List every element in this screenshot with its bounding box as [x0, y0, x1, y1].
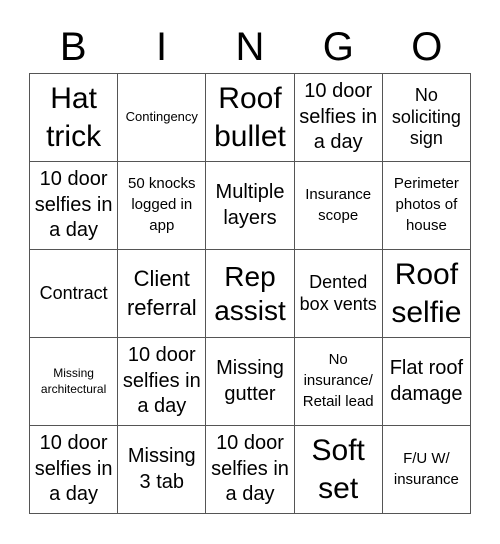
bingo-cell[interactable]: No insurance/ Retail lead	[294, 338, 383, 426]
cell-text: 10 door selfies in a day	[299, 80, 378, 154]
bingo-cell[interactable]: Client referral	[118, 250, 207, 338]
cell-text: Contingency	[125, 109, 198, 125]
bingo-cell[interactable]: Roof selfie	[382, 250, 471, 338]
bingo-cell[interactable]: 10 door selfies in a day	[206, 426, 295, 514]
bingo-cell[interactable]: Hat trick	[30, 74, 119, 162]
bingo-cell[interactable]: Missing 3 tab	[118, 426, 207, 514]
cell-text: Missing gutter	[216, 356, 284, 405]
cell-text: Client referral	[126, 266, 197, 320]
cell-text: Hat trick	[46, 82, 102, 153]
cell-text: 10 door selfies in a day	[122, 344, 201, 418]
cell-text: Contract	[39, 282, 108, 303]
cell-text: Flat roof damage	[389, 356, 464, 405]
bingo-cell[interactable]: Roof bullet	[206, 74, 295, 162]
header-letter-i: I	[156, 25, 168, 69]
bingo-cell[interactable]: Missing architectural	[30, 338, 119, 426]
bingo-cell[interactable]: Insurance scope	[294, 162, 383, 250]
bingo-cell[interactable]: Flat roof damage	[382, 338, 471, 426]
header-letter-g: G	[322, 25, 354, 69]
bingo-cell[interactable]: 10 door selfies in a day	[30, 426, 119, 514]
bingo-cell[interactable]: Contingency	[118, 74, 207, 162]
header-letter-b: B	[59, 25, 87, 69]
cell-text: 10 door selfies in a day	[34, 168, 113, 242]
bingo-cell[interactable]: Missing gutter	[206, 338, 295, 426]
cell-text: F/U W/ insurance	[393, 449, 459, 488]
bingo-cell[interactable]: F/U W/ insurance	[382, 426, 471, 514]
bingo-cell[interactable]: Multiple layers	[206, 162, 295, 250]
cell-text: Rep assist	[214, 260, 286, 326]
cell-text: Insurance scope	[305, 185, 372, 224]
cell-text: Soft set	[311, 434, 365, 505]
cell-text: Dented box vents	[299, 271, 377, 314]
cell-text: Perimeter photos of house	[393, 175, 459, 234]
cell-text: 10 door selfies in a day	[211, 432, 289, 506]
bingo-cell[interactable]: Dented box vents	[294, 250, 383, 338]
bingo-cell[interactable]: 10 door selfies in a day	[118, 338, 207, 426]
cell-text: Roof bullet	[214, 82, 286, 153]
cell-text: Roof selfie	[391, 258, 462, 329]
bingo-cell[interactable]: 10 door selfies in a day	[294, 74, 383, 162]
cell-text: Missing 3 tab	[127, 444, 196, 493]
cell-text: 10 door selfies in a day	[34, 432, 113, 506]
header-letter-n: N	[235, 25, 265, 69]
bingo-header: B I N G O	[29, 22, 471, 72]
cell-text: Multiple layers	[215, 180, 285, 229]
bingo-cell[interactable]: Perimeter photos of house	[382, 162, 471, 250]
bingo-cell[interactable]: No soliciting sign	[382, 74, 471, 162]
cell-text: No soliciting sign	[391, 85, 461, 149]
header-letter-o: O	[411, 25, 443, 69]
cell-text: Missing architectural	[40, 365, 107, 396]
bingo-cell[interactable]: 50 knocks logged in app	[118, 162, 207, 250]
bingo-grid: Hat trick Contingency Roof bullet 10 doo…	[29, 73, 471, 514]
bingo-cell[interactable]: Contract	[30, 250, 119, 338]
bingo-cell[interactable]: 10 door selfies in a day	[30, 162, 119, 250]
bingo-cell[interactable]: Soft set	[294, 426, 383, 514]
cell-text: No insurance/ Retail lead	[302, 351, 374, 410]
bingo-cell[interactable]: Rep assist	[206, 250, 295, 338]
cell-text: 50 knocks logged in app	[128, 175, 196, 234]
